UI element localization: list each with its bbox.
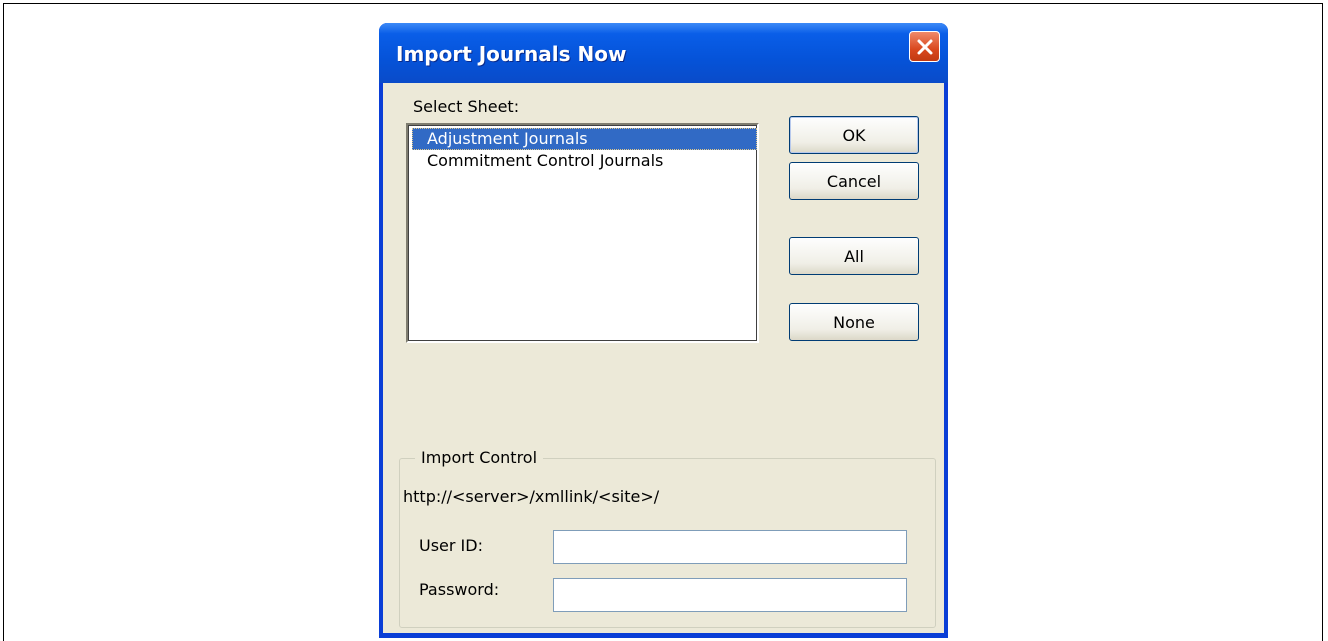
dialog-title: Import Journals Now — [396, 42, 627, 66]
sheet-listbox[interactable]: Adjustment Journals Commitment Control J… — [406, 123, 759, 343]
list-item-commitment-control-journals[interactable]: Commitment Control Journals — [412, 150, 757, 172]
server-url: http://<server>/xmllink/<site>/ — [403, 487, 660, 506]
none-button[interactable]: None — [789, 303, 919, 341]
select-sheet-label: Select Sheet: — [413, 97, 520, 116]
import-control-title: Import Control — [415, 448, 544, 467]
title-bar[interactable]: Import Journals Now — [379, 23, 948, 83]
close-icon — [917, 39, 932, 54]
user-id-label: User ID: — [419, 536, 483, 555]
import-journals-dialog: Import Journals Now Select Sheet: Adjust… — [379, 23, 948, 638]
cancel-button[interactable]: Cancel — [789, 162, 919, 200]
import-control-group: Import Control http://<server>/xmllink/<… — [399, 448, 936, 628]
password-field[interactable] — [553, 578, 907, 612]
list-item-adjustment-journals[interactable]: Adjustment Journals — [412, 128, 757, 150]
password-label: Password: — [419, 580, 500, 599]
all-button[interactable]: All — [789, 237, 919, 275]
ok-button[interactable]: OK — [789, 116, 919, 154]
close-button[interactable] — [909, 31, 940, 62]
user-id-field[interactable] — [553, 530, 907, 564]
dialog-client-area: Select Sheet: Adjustment Journals Commit… — [383, 83, 944, 633]
